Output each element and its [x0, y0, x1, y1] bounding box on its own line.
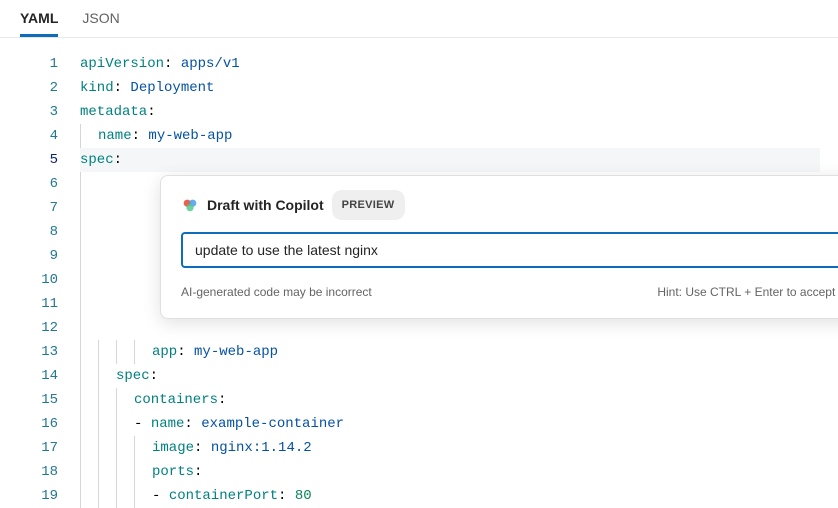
- line-number: 5: [0, 148, 58, 172]
- line-number: 11: [0, 292, 58, 316]
- copilot-icon: [181, 196, 199, 214]
- code-line[interactable]: spec:: [80, 364, 828, 388]
- line-number: 13: [0, 340, 58, 364]
- line-number: 1: [0, 52, 58, 76]
- code-line[interactable]: metadata:: [80, 100, 828, 124]
- copilot-prompt-input[interactable]: [195, 242, 838, 258]
- line-number: 9: [0, 244, 58, 268]
- line-number: 6: [0, 172, 58, 196]
- copilot-popup-footer: AI-generated code may be incorrect Hint:…: [181, 280, 838, 304]
- code-line[interactable]: apiVersion: apps/v1: [80, 52, 828, 76]
- tab-json[interactable]: JSON: [82, 0, 119, 37]
- copilot-input-row: [181, 232, 838, 268]
- line-number: 3: [0, 100, 58, 124]
- code-line[interactable]: app: my-web-app: [80, 340, 828, 364]
- code-line[interactable]: containers:: [80, 388, 828, 412]
- code-area[interactable]: apiVersion: apps/v1kind: Deploymentmetad…: [80, 52, 838, 508]
- accept-hint: Hint: Use CTRL + Enter to accept changes: [657, 280, 838, 304]
- line-number: 12: [0, 316, 58, 340]
- copilot-popup-title: Draft with Copilot: [207, 193, 324, 217]
- line-number: 14: [0, 364, 58, 388]
- code-line[interactable]: name: my-web-app: [80, 124, 828, 148]
- line-number: 2: [0, 76, 58, 100]
- copilot-popup: Draft with Copilot PREVIEW A: [160, 175, 838, 319]
- code-editor[interactable]: 12345678910111213141516171819 apiVersion…: [0, 38, 838, 508]
- line-number: 16: [0, 412, 58, 436]
- line-number: 17: [0, 436, 58, 460]
- code-line[interactable]: kind: Deployment: [80, 76, 828, 100]
- code-line[interactable]: - containerPort: 80: [80, 484, 828, 508]
- line-gutter: 12345678910111213141516171819: [0, 52, 80, 508]
- ai-disclaimer: AI-generated code may be incorrect: [181, 280, 372, 304]
- code-line[interactable]: ports:: [80, 460, 828, 484]
- line-number: 4: [0, 124, 58, 148]
- code-line[interactable]: spec:: [80, 148, 820, 172]
- line-number: 19: [0, 484, 58, 508]
- tab-yaml[interactable]: YAML: [20, 0, 58, 37]
- line-number: 8: [0, 220, 58, 244]
- code-line[interactable]: image: nginx:1.14.2: [80, 436, 828, 460]
- line-number: 10: [0, 268, 58, 292]
- line-number: 7: [0, 196, 58, 220]
- copilot-popup-header: Draft with Copilot PREVIEW: [181, 190, 838, 220]
- code-line[interactable]: [80, 316, 828, 340]
- code-line[interactable]: - name: example-container: [80, 412, 828, 436]
- line-number: 15: [0, 388, 58, 412]
- line-number: 18: [0, 460, 58, 484]
- tab-bar: YAML JSON: [0, 0, 838, 38]
- preview-badge: PREVIEW: [332, 190, 405, 220]
